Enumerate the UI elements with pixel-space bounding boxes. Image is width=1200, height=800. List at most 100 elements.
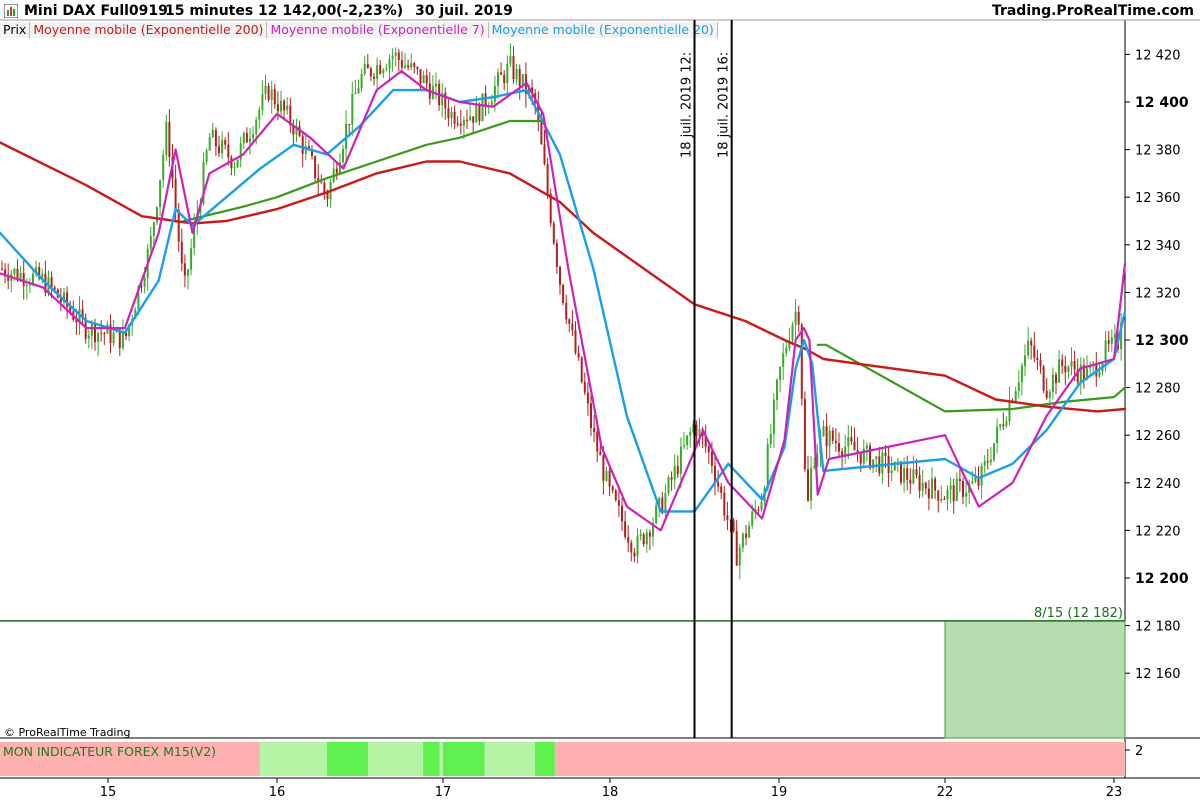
price-change: (-2,23%)	[336, 3, 404, 19]
candle-body	[311, 150, 313, 157]
candle-body	[673, 465, 676, 480]
y-tick-label: 12 400	[1135, 95, 1189, 111]
candle-body	[373, 76, 375, 79]
ema200-line[interactable]	[0, 141, 1127, 413]
candle-body	[952, 485, 955, 502]
candle-body	[1058, 359, 1061, 383]
candle-body	[847, 437, 850, 447]
candle-body	[608, 470, 611, 487]
candle-body	[1117, 334, 1119, 350]
candle-body	[183, 263, 186, 276]
candle-body	[466, 119, 468, 121]
candle-body	[168, 122, 171, 158]
candle-body	[214, 129, 217, 147]
candle-body	[704, 435, 707, 447]
candle-body	[66, 292, 69, 307]
candle-body	[791, 324, 794, 341]
candle-body	[577, 352, 580, 358]
legend-ema200[interactable]: Moyenne mobile (Exponentielle 200)	[30, 22, 268, 38]
candle-body	[869, 445, 871, 469]
candle-body	[586, 392, 589, 404]
legend-ema7[interactable]: Moyenne mobile (Exponentielle 7)	[267, 22, 489, 38]
candle-body	[797, 311, 800, 325]
candle-body	[627, 536, 630, 543]
candle-body	[828, 430, 831, 447]
candle-body	[38, 266, 41, 279]
candle-body	[531, 87, 534, 94]
candle-body	[1039, 360, 1042, 367]
candle-body	[617, 500, 620, 506]
candle-body	[118, 329, 121, 349]
indicator-segment-green	[443, 742, 485, 776]
indicator-segment-green	[534, 742, 555, 776]
candle-body	[738, 547, 741, 566]
candle-body	[937, 490, 940, 501]
candle-body	[1070, 361, 1073, 367]
candle-body	[568, 319, 571, 324]
candle-body	[723, 492, 726, 516]
candle-body	[958, 479, 961, 482]
candle-body	[19, 272, 22, 280]
candle-body	[400, 60, 403, 68]
candle-body	[689, 431, 692, 436]
ema7-line[interactable]	[0, 69, 1127, 532]
candle-body	[1104, 340, 1107, 363]
site-name[interactable]: Trading.ProRealTime.com	[992, 3, 1194, 19]
candle-body	[602, 455, 605, 481]
candle-body	[13, 268, 16, 274]
candle-body	[165, 122, 168, 156]
candle-body	[720, 486, 723, 493]
candle-body	[156, 207, 158, 223]
candle-body	[596, 432, 599, 452]
candle-body	[803, 398, 806, 470]
candle-body	[342, 148, 344, 163]
candle-body	[363, 64, 366, 74]
candle-body	[679, 446, 682, 475]
indicator-segment-lightgreen	[368, 742, 424, 776]
candle-body	[1033, 345, 1036, 358]
candle-body	[732, 520, 735, 532]
candle-body	[639, 534, 642, 537]
candle-body	[528, 87, 530, 94]
green-average-line[interactable]	[182, 119, 545, 223]
candle-body	[22, 272, 25, 286]
candle-body	[915, 469, 918, 475]
x-tick-label: 16	[269, 785, 286, 800]
candle-body	[983, 461, 986, 466]
candle-body	[893, 461, 896, 471]
candle-body	[379, 65, 382, 74]
candle-body	[81, 309, 84, 319]
green-average-line-right[interactable]	[816, 343, 1127, 413]
candle-body	[906, 468, 909, 480]
ema20-line[interactable]	[0, 88, 1127, 513]
candle-body	[351, 94, 354, 125]
candle-body	[125, 331, 127, 337]
legend: Prix Moyenne mobile (Exponentielle 200) Mo…	[0, 22, 718, 39]
candle-body	[934, 478, 937, 491]
candle-body	[435, 83, 437, 87]
legend-prix[interactable]: Prix	[0, 22, 31, 38]
candle-body	[816, 453, 819, 466]
legend-ema20[interactable]: Moyenne mobile (Exponentielle 20)	[488, 22, 718, 38]
candle-body	[769, 434, 772, 445]
candle-body	[636, 536, 639, 557]
candle-body	[962, 481, 964, 497]
candle-body	[974, 477, 977, 482]
candle-body	[943, 498, 946, 500]
candle-body	[264, 85, 267, 94]
candle-body	[208, 137, 211, 151]
candle-body	[397, 52, 400, 61]
candle-body	[391, 55, 394, 60]
candle-body	[233, 167, 236, 169]
candle-body	[472, 116, 475, 123]
candle-body	[487, 105, 490, 108]
candle-body	[1073, 361, 1076, 370]
candle-body	[276, 104, 279, 112]
price-chart[interactable]: 8/15 (12 182) 12 160 12 180 12 200 12 220 12 …	[0, 0, 1200, 800]
indicator-label: MON INDICATEUR FOREX M15(V2)	[3, 744, 217, 759]
candle-body	[865, 445, 868, 449]
candle-body	[376, 65, 379, 79]
candle-body	[565, 303, 568, 320]
candle-body	[534, 93, 537, 104]
candle-body	[121, 331, 124, 349]
